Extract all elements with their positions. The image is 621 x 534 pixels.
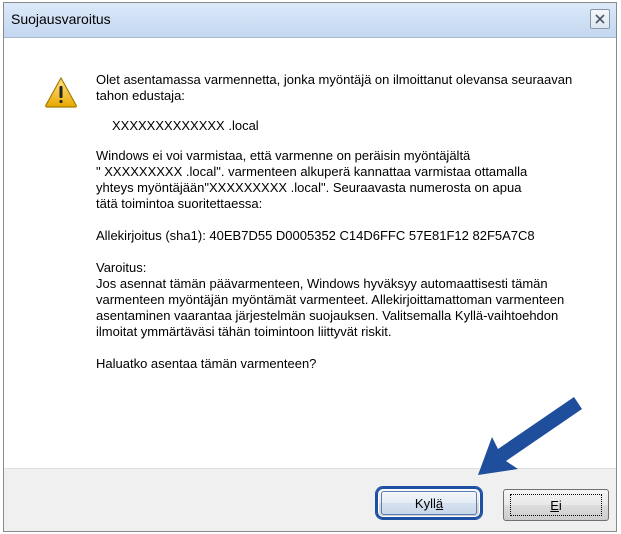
yes-button[interactable]: Kyll ä: [376, 487, 482, 519]
no-accelerator: E: [550, 497, 559, 513]
warning-triangle-icon: [45, 76, 77, 108]
no-button-label: i: [558, 497, 562, 513]
verify-line-3: yhteys myöntäjään"XXXXXXXXX .local". Seu…: [96, 180, 522, 195]
verify-line-4: tätä toimintoa suoritettaessa:: [96, 196, 263, 211]
warning-heading: Varoitus:: [96, 260, 147, 275]
verify-line-1: Windows ei voi varmistaa, että varmenne …: [96, 148, 471, 163]
pointer-arrow-icon: [478, 397, 582, 475]
warning-body: Jos asennat tämän päävarmenteen, Windows…: [96, 276, 565, 339]
no-button-face[interactable]: Ei: [510, 494, 602, 516]
thumbprint-text: Allekirjoitus (sha1): 40EB7D55 D0005352 …: [96, 228, 535, 243]
no-button[interactable]: Ei: [503, 489, 609, 521]
yes-accelerator: ä: [435, 495, 444, 511]
dialog-title: Suojausvaroitus: [11, 11, 111, 27]
title-bar[interactable]: Suojausvaroitus: [4, 3, 616, 38]
certificate-host: XXXXXXXXXXXXX .local: [112, 118, 259, 133]
yes-button-label: Kyll: [414, 495, 436, 511]
verify-line-2: " XXXXXXXXX .local". varmenteen alkuperä…: [96, 164, 528, 179]
security-warning-dialog: Suojausvaroitus Olet asentamassa varmenn…: [3, 2, 617, 532]
message-text: Olet asentamassa varmennetta, jonka myön…: [96, 72, 596, 372]
close-button[interactable]: [590, 9, 610, 29]
yes-button-face[interactable]: Kyll ä: [381, 491, 477, 515]
close-icon: [595, 14, 605, 24]
intro-text: Olet asentamassa varmennetta, jonka myön…: [96, 72, 573, 103]
install-question: Haluatko asentaa tämän varmenteen?: [96, 356, 317, 371]
